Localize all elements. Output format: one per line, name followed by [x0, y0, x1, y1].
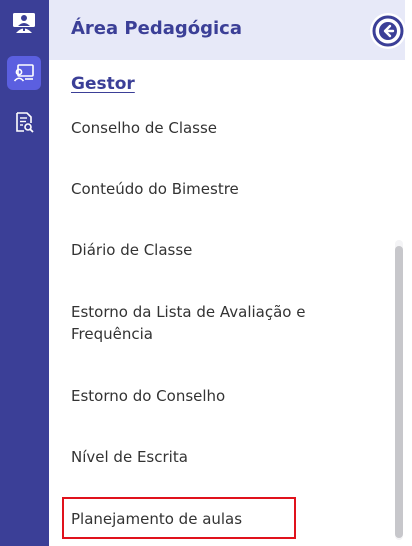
highlight-box	[62, 497, 296, 539]
section-title-gestor[interactable]: Gestor	[71, 74, 135, 94]
collapse-sidebar-button[interactable]	[370, 13, 406, 49]
menu-panel: Área Pedagógica Gestor Conselho de Class…	[49, 0, 405, 546]
icon-rail	[0, 0, 49, 546]
teacher-icon[interactable]	[7, 6, 41, 40]
menu-item-conselho-de-classe[interactable]: Conselho de Classe	[71, 117, 341, 139]
page: Área Pedagógica Gestor Conselho de Class…	[0, 0, 412, 546]
panel-header: Área Pedagógica	[49, 0, 405, 60]
panel-title: Área Pedagógica	[71, 18, 242, 39]
arrow-left-circle-icon	[372, 15, 404, 47]
menu-item-diario-de-classe[interactable]: Diário de Classe	[71, 239, 341, 261]
menu-item-conteudo-do-bimestre[interactable]: Conteúdo do Bimestre	[71, 178, 341, 200]
menu-item-nivel-de-escrita[interactable]: Nível de Escrita	[71, 446, 341, 468]
classroom-board-icon[interactable]	[7, 56, 41, 90]
menu-item-estorno-do-conselho[interactable]: Estorno do Conselho	[71, 385, 341, 407]
document-search-icon[interactable]	[7, 105, 41, 139]
menu-item-estorno-da-lista[interactable]: Estorno da Lista de Avaliação e Frequênc…	[71, 301, 341, 345]
scrollbar-thumb[interactable]	[395, 246, 403, 538]
